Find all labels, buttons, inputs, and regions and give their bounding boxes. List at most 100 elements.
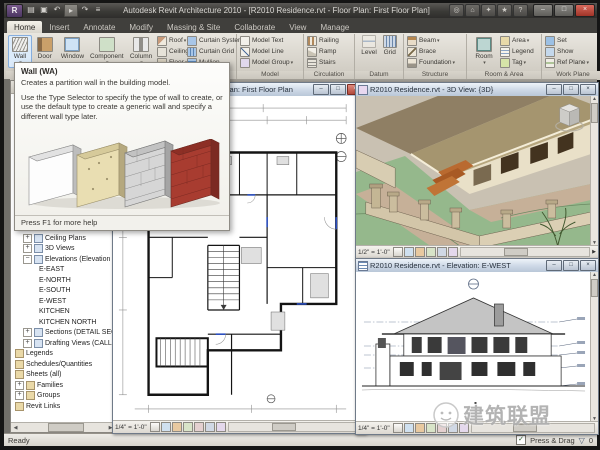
detail-level-icon[interactable] (393, 247, 403, 257)
three-d-vertical-scrollbar[interactable]: ▲ ▼ (590, 96, 598, 246)
maximize-button[interactable]: □ (563, 84, 579, 95)
shadows-icon[interactable] (172, 422, 182, 432)
undo-icon[interactable]: ↶ (51, 4, 63, 15)
tree-item-e-south[interactable]: E-SOUTH (11, 286, 115, 297)
tab-modify[interactable]: Modify (122, 21, 160, 33)
tag-button[interactable]: Tag ▾ (499, 57, 539, 68)
tree-item-e-west[interactable]: E-WEST (11, 296, 115, 307)
help-icon[interactable]: ? (513, 4, 528, 17)
shadows-icon[interactable] (415, 247, 425, 257)
model-graphics-style-icon[interactable] (404, 247, 414, 257)
tree-item-e-north[interactable]: E-NORTH (11, 275, 115, 286)
subscription-center-icon[interactable]: ⌂ (465, 4, 480, 17)
scrollbar-thumb[interactable] (513, 424, 537, 432)
scrollbar-thumb[interactable] (272, 423, 296, 431)
model-graphics-style-icon[interactable] (161, 422, 171, 432)
foundation-button[interactable]: Foundation ▾ (406, 57, 464, 68)
grid-button[interactable]: Grid (381, 35, 399, 56)
tab-home[interactable]: Home (7, 21, 42, 33)
temporary-hide-isolate-icon[interactable] (437, 247, 447, 257)
model-group-button[interactable]: Model Group ▾ (239, 57, 301, 68)
expander-plus-icon[interactable]: + (23, 244, 32, 253)
tab-annotate[interactable]: Annotate (76, 21, 122, 33)
scroll-left-icon[interactable]: ◀ (11, 425, 20, 431)
minimize-button[interactable]: – (533, 4, 553, 17)
scale-control[interactable]: 1/4" = 1'-0" (358, 425, 390, 432)
three-d-canvas[interactable] (356, 96, 591, 246)
area-button[interactable]: Area ▾ (499, 35, 539, 46)
scroll-up-icon[interactable]: ▲ (592, 272, 597, 278)
crop-view-icon[interactable] (183, 422, 193, 432)
door-button[interactable]: Door (32, 35, 58, 62)
reveal-hidden-elements-icon[interactable] (459, 423, 469, 433)
elevation-titlebar[interactable]: R2010 Residence.rvt - Elevation: E-WEST … (356, 259, 598, 273)
roof-button[interactable]: Roof ▾ (156, 35, 186, 46)
minimize-button[interactable]: – (546, 84, 562, 95)
scrollbar-thumb[interactable] (591, 279, 598, 297)
tree-item-kitchen-north[interactable]: KITCHEN NORTH (11, 317, 115, 328)
three-d-horizontal-scrollbar[interactable] (460, 247, 590, 257)
maximize-button[interactable]: □ (330, 84, 346, 95)
tree-item-groups[interactable]: + Groups (11, 391, 115, 402)
press-drag-checkbox[interactable]: ✓ (516, 435, 526, 445)
elevation-vertical-scrollbar[interactable]: ▲ ▼ (590, 272, 598, 422)
curtain-grid-button[interactable]: Curtain Grid (186, 46, 234, 57)
modify-tool-icon[interactable]: ▸ (64, 4, 78, 17)
tree-item-drafting-views[interactable]: + Drafting Views (CALLOUT TYP) (11, 338, 115, 349)
model-line-button[interactable]: Model Line (239, 46, 301, 57)
open-icon[interactable]: ▤ (25, 4, 37, 15)
beam-button[interactable]: Beam ▾ (406, 35, 464, 46)
elevation-canvas[interactable] (356, 272, 591, 422)
detail-level-icon[interactable] (393, 423, 403, 433)
scrollbar-thumb[interactable] (48, 423, 84, 432)
tab-collaborate[interactable]: Collaborate (227, 21, 282, 33)
stairs-button[interactable]: Stairs (306, 57, 352, 68)
ceiling-button[interactable]: Ceiling (156, 46, 186, 57)
tree-item-families[interactable]: + Families (11, 380, 115, 391)
shadows-icon[interactable] (415, 423, 425, 433)
temporary-hide-isolate-icon[interactable] (448, 423, 458, 433)
expander-plus-icon[interactable]: + (23, 234, 32, 243)
set-button[interactable]: Set (544, 35, 600, 46)
favorites-icon[interactable]: ★ (497, 4, 512, 17)
crop-view-icon[interactable] (426, 247, 436, 257)
reveal-hidden-elements-icon[interactable] (216, 422, 226, 432)
scale-control[interactable]: 1/4" = 1'-0" (115, 424, 147, 431)
minimize-button[interactable]: – (313, 84, 329, 95)
expander-plus-icon[interactable]: + (23, 328, 32, 337)
save-icon[interactable]: ▣ (38, 4, 50, 15)
ramp-button[interactable]: Ramp (306, 46, 352, 57)
tree-item-sections[interactable]: + Sections (DETAIL SECTION) (11, 328, 115, 339)
maximize-button[interactable]: □ (554, 4, 574, 17)
scale-control[interactable]: 1/2" = 1'-0" (358, 249, 390, 256)
three-d-titlebar[interactable]: R2010 Residence.rvt - 3D View: {3D} – □ … (356, 83, 598, 97)
minimize-button[interactable]: – (546, 260, 562, 271)
brace-button[interactable]: Brace (406, 46, 464, 57)
tab-insert[interactable]: Insert (42, 21, 76, 33)
temporary-hide-isolate-icon[interactable] (205, 422, 215, 432)
tab-view[interactable]: View (282, 21, 313, 33)
elevation-horizontal-scrollbar[interactable] (471, 423, 595, 433)
detail-level-icon[interactable] (150, 422, 160, 432)
close-button[interactable]: × (580, 260, 596, 271)
print-icon[interactable]: ≡ (92, 4, 104, 15)
redo-icon[interactable]: ↷ (79, 4, 91, 15)
browser-horizontal-scrollbar[interactable]: ◀ ▶ (11, 422, 115, 432)
maximize-button[interactable]: □ (563, 260, 579, 271)
tab-massing-site[interactable]: Massing & Site (160, 21, 227, 33)
tree-item-e-east[interactable]: E-EAST (11, 265, 115, 276)
scroll-right-icon[interactable]: ▶ (592, 249, 596, 255)
show-crop-region-icon[interactable] (437, 423, 447, 433)
tree-item-elevations[interactable]: − Elevations (Elevation 1) (11, 254, 115, 265)
tree-item-revit-links[interactable]: Revit Links (11, 401, 115, 412)
ref-plane-button[interactable]: Ref Plane ▾ (544, 57, 600, 68)
filter-icon[interactable]: ▽ (579, 436, 585, 445)
expander-plus-icon[interactable]: + (15, 391, 24, 400)
show-button[interactable]: Show (544, 46, 600, 57)
floor-plan-horizontal-scrollbar[interactable] (228, 422, 357, 432)
level-button[interactable]: Level (359, 35, 379, 56)
tree-item-kitchen[interactable]: KITCHEN (11, 307, 115, 318)
show-crop-region-icon[interactable] (194, 422, 204, 432)
communication-center-icon[interactable]: ✦ (481, 4, 496, 17)
expander-minus-icon[interactable]: − (23, 255, 32, 264)
